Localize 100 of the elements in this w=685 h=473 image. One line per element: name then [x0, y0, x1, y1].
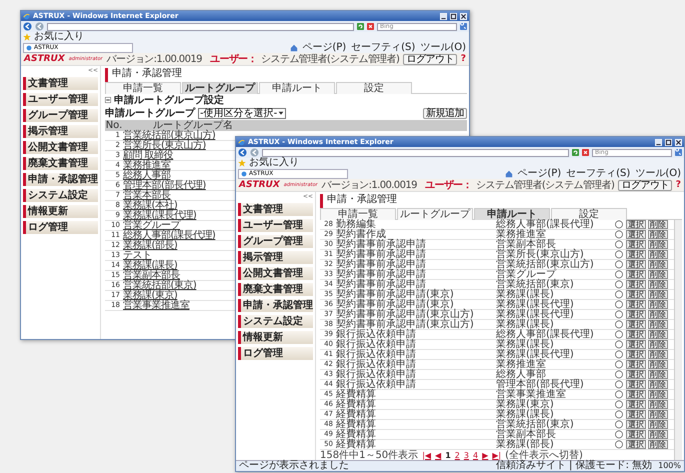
group-name-link[interactable]: 管理本部(部長代理) [123, 181, 206, 190]
delete-button[interactable]: 削除 [648, 230, 668, 239]
address-field[interactable] [262, 148, 569, 156]
select-button[interactable]: 選択 [626, 410, 646, 419]
group-name-link[interactable]: 業務推進室 [123, 161, 170, 170]
select-button[interactable]: 選択 [626, 320, 646, 329]
select-button[interactable]: 選択 [626, 310, 646, 319]
delete-button[interactable]: 削除 [648, 420, 668, 429]
select-button[interactable]: 選択 [626, 270, 646, 279]
forward-icon[interactable] [35, 22, 44, 31]
group-name-link[interactable]: 営業事業推進室 [123, 301, 190, 310]
select-button[interactable]: 選択 [626, 370, 646, 379]
address-field[interactable] [47, 22, 354, 30]
tab[interactable]: 設定 [551, 208, 627, 220]
forward-icon[interactable] [250, 148, 259, 157]
favorites-label[interactable]: お気に入り [249, 158, 299, 168]
logout-button[interactable]: ログアウト [618, 180, 672, 190]
group-name-link[interactable]: 顧問 取締役 [123, 151, 174, 160]
minimize-icon[interactable] [440, 12, 447, 20]
delete-button[interactable]: 削除 [648, 400, 668, 409]
help-button[interactable]: ? [460, 54, 466, 64]
select-button[interactable]: 選択 [626, 300, 646, 309]
menu-item[interactable]: 掲示管理 [238, 251, 313, 264]
menu-item[interactable]: ユーザー管理 [238, 219, 313, 232]
toolbar-menu[interactable]: セーフティ(S) [565, 168, 632, 178]
back-icon[interactable] [238, 148, 247, 157]
toolbar-menu[interactable]: ページ(P) [516, 168, 562, 178]
select-button[interactable]: 選択 [626, 420, 646, 429]
usage-select[interactable]: -使用区分を選択- [198, 108, 286, 118]
select-button[interactable]: 選択 [626, 280, 646, 289]
tab[interactable]: ルートグループ [397, 208, 473, 220]
delete-button[interactable]: 削除 [648, 220, 668, 229]
star-icon[interactable] [238, 159, 246, 167]
maximize-icon[interactable] [450, 12, 457, 20]
group-name-link[interactable]: 営業本部長 [123, 191, 170, 200]
menu-item[interactable]: 公開文書管理 [23, 141, 98, 154]
menu-item[interactable]: グループ管理 [23, 109, 98, 122]
menu-item[interactable]: 情報更新 [238, 331, 313, 344]
tab[interactable]: 設定 [336, 82, 412, 94]
group-name-link[interactable]: 業務課(東京) [123, 291, 178, 300]
close-icon[interactable] [675, 138, 682, 146]
star-icon[interactable] [23, 33, 31, 41]
scroll-bar[interactable] [674, 220, 682, 460]
refresh-icon[interactable] [357, 23, 364, 30]
menu-item[interactable]: システム設定 [23, 189, 98, 202]
delete-button[interactable]: 削除 [648, 320, 668, 329]
menu-item[interactable]: 掲示管理 [23, 125, 98, 138]
delete-button[interactable]: 削除 [648, 310, 668, 319]
delete-button[interactable]: 削除 [648, 290, 668, 299]
collapse-icon[interactable] [105, 97, 111, 103]
group-name-link[interactable]: 営業統括部(東京山方) [123, 131, 216, 140]
group-name-link[interactable]: 業務課(課長) [123, 261, 178, 270]
select-button[interactable]: 選択 [626, 330, 646, 339]
first-page-link[interactable]: |◀ [422, 452, 432, 460]
delete-button[interactable]: 削除 [648, 340, 668, 349]
menu-item[interactable]: 文書管理 [238, 203, 313, 216]
delete-button[interactable]: 削除 [648, 330, 668, 339]
group-name-link[interactable]: 営業所長(東京山方) [123, 141, 206, 150]
group-name-link[interactable]: 営業統括部(東京) [123, 281, 196, 290]
add-button[interactable]: 新規追加 [423, 108, 467, 118]
delete-button[interactable]: 削除 [648, 240, 668, 249]
select-button[interactable]: 選択 [626, 350, 646, 359]
menu-item[interactable]: グループ管理 [238, 235, 313, 248]
delete-button[interactable]: 削除 [648, 270, 668, 279]
select-button[interactable]: 選択 [626, 240, 646, 249]
tab[interactable]: 申請ルート [259, 82, 335, 94]
menu-item[interactable]: ログ管理 [238, 347, 313, 360]
select-button[interactable]: 選択 [626, 290, 646, 299]
menu-item[interactable]: システム設定 [238, 315, 313, 328]
delete-button[interactable]: 削除 [648, 260, 668, 269]
tab[interactable]: 申請一覧 [105, 82, 181, 94]
group-name-link[interactable]: テスト [123, 251, 152, 260]
select-button[interactable]: 選択 [626, 390, 646, 399]
page-link[interactable]: 1 [445, 452, 451, 460]
delete-button[interactable]: 削除 [648, 380, 668, 389]
menu-item[interactable]: 情報更新 [23, 205, 98, 218]
refresh-icon[interactable] [572, 149, 579, 156]
delete-button[interactable]: 削除 [648, 370, 668, 379]
delete-button[interactable]: 削除 [648, 390, 668, 399]
show-all-link[interactable]: (全件表示へ切替) [505, 450, 583, 460]
menu-item[interactable]: 廃棄文書管理 [238, 283, 313, 296]
help-button[interactable]: ? [676, 180, 681, 190]
toolbar-menu[interactable]: ツール(O) [634, 168, 682, 178]
group-name-link[interactable]: 営業副本部長 [123, 271, 180, 280]
delete-button[interactable]: 削除 [648, 360, 668, 369]
maximize-icon[interactable] [665, 138, 672, 146]
toolbar-menu[interactable]: セーフティ(S) [350, 42, 416, 52]
menu-item[interactable]: ログ管理 [23, 221, 98, 234]
favorites-label[interactable]: お気に入り [34, 32, 84, 42]
previous-page-link[interactable]: ◀ [435, 452, 442, 460]
back-icon[interactable] [23, 22, 32, 31]
menu-item[interactable]: 公開文書管理 [238, 267, 313, 280]
group-name-link[interactable]: 業務課(本社) [123, 201, 178, 210]
menu-item[interactable]: ユーザー管理 [23, 93, 98, 106]
logout-button[interactable]: ログアウト [403, 54, 457, 64]
menu-item[interactable]: 文書管理 [23, 77, 98, 90]
select-button[interactable]: 選択 [626, 440, 646, 449]
menu-item[interactable]: 申請・承認管理 [238, 299, 313, 312]
search-icon[interactable] [675, 149, 682, 156]
select-button[interactable]: 選択 [626, 430, 646, 439]
